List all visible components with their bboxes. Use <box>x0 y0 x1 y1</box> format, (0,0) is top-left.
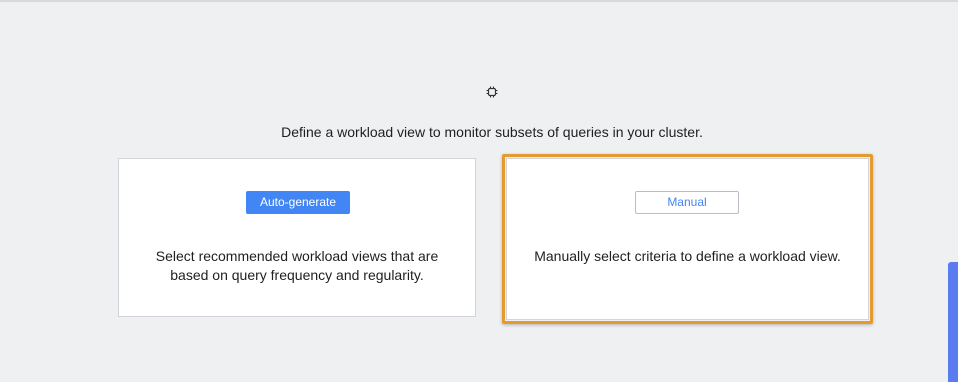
auto-generate-card[interactable]: Auto-generate Select recommended workloa… <box>118 158 476 317</box>
selection-highlight <box>502 154 873 324</box>
intro-text: Define a workload view to monitor subset… <box>281 124 703 140</box>
auto-description-line: Select recommended workload views that a… <box>155 248 439 264</box>
auto-description-line: based on query frequency and regularity. <box>170 267 424 283</box>
top-divider <box>0 0 958 2</box>
chip-icon <box>486 86 498 98</box>
auto-generate-description: Select recommended workload views that a… <box>119 247 475 285</box>
side-panel-tab[interactable] <box>948 262 958 382</box>
auto-generate-button[interactable]: Auto-generate <box>246 191 350 214</box>
